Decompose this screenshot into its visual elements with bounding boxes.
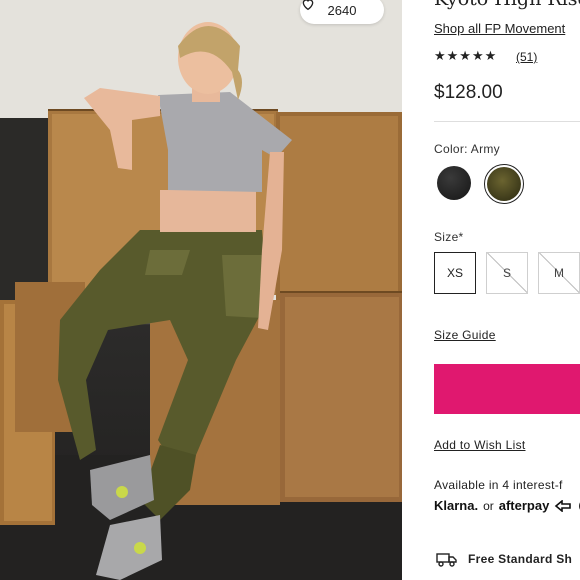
color-swatch-black[interactable] <box>437 166 471 200</box>
size-option-label: M <box>554 266 564 280</box>
shop-all-link[interactable]: Shop all FP Movement <box>434 21 565 36</box>
free-shipping-row: Free Standard Sh <box>436 551 572 567</box>
review-count-link[interactable]: (51) <box>516 50 537 64</box>
divider <box>434 121 580 122</box>
add-to-wishlist-link[interactable]: Add to Wish List <box>434 438 526 452</box>
like-counter-button[interactable]: 2640 <box>300 0 384 24</box>
size-option-label: S <box>502 266 511 280</box>
like-count: 2640 <box>327 2 357 18</box>
shipping-text: Free Standard Sh <box>468 552 573 566</box>
size-option-label: XS <box>446 266 463 280</box>
installments-text: Available in 4 interest-f <box>434 478 563 492</box>
color-swatch-army[interactable] <box>487 167 521 201</box>
product-info-panel: Kyoto High Rise Shop all FP Movement ★★★… <box>434 0 580 580</box>
size-guide-link[interactable]: Size Guide <box>434 328 496 342</box>
product-photo[interactable]: 2640 <box>0 0 402 580</box>
model-photo-illustration <box>0 0 402 580</box>
afterpay-arrows-icon <box>555 499 572 512</box>
product-price: $128.00 <box>434 82 503 103</box>
rating-stars: ★★★★★ <box>434 48 498 63</box>
heart-icon <box>302 0 314 11</box>
klarna-logo[interactable]: Klarna. <box>434 498 478 513</box>
size-label: Size* <box>434 230 464 244</box>
add-to-bag-button[interactable] <box>434 364 580 414</box>
size-option-s[interactable]: S <box>486 252 528 294</box>
or-text: or <box>483 498 494 513</box>
color-label: Color: Army <box>434 142 500 156</box>
truck-icon <box>436 553 457 567</box>
size-option-xs[interactable]: XS <box>434 252 476 294</box>
size-option-m[interactable]: M <box>538 252 580 294</box>
payment-options-row: Klarna. or afterpay i <box>434 498 580 513</box>
afterpay-logo[interactable]: afterpay <box>499 498 550 513</box>
product-title: Kyoto High Rise <box>434 0 580 10</box>
